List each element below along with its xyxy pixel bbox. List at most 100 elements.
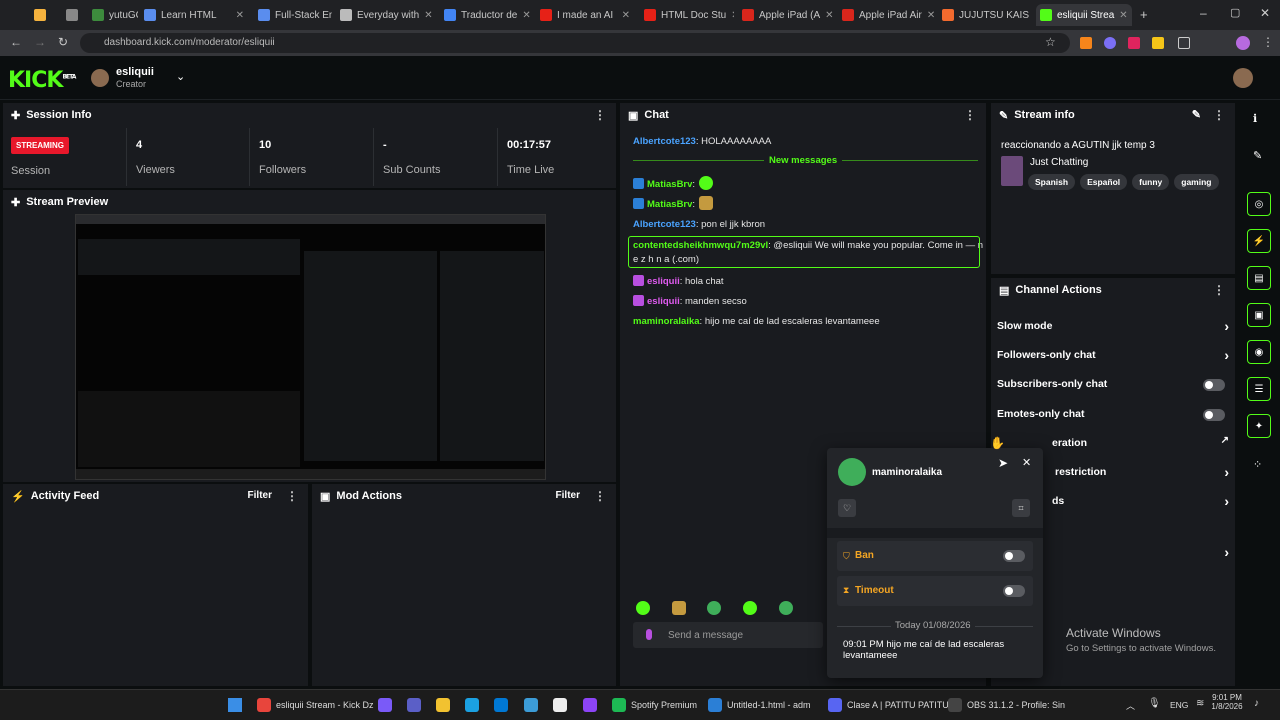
tab-close-icon[interactable]: ✕ [927, 10, 934, 21]
drag-handle-icon[interactable]: ⁘ [1253, 458, 1262, 471]
channel-action-row[interactable]: eration ↗ [1052, 435, 1229, 449]
heart-icon[interactable]: ♡ [838, 499, 856, 517]
browser-tab[interactable]: Traductor de ✕ [440, 4, 532, 26]
browser-tab[interactable]: I made an AI ✕ [536, 4, 636, 26]
tab-close-icon[interactable]: ✕ [522, 10, 532, 21]
stream-tag[interactable]: gaming [1174, 174, 1219, 190]
chat-username[interactable]: MatiasBrv [647, 179, 692, 190]
language-indicator[interactable]: ENG [1170, 700, 1188, 710]
taskbar-app[interactable] [583, 696, 602, 714]
pin-icon[interactable]: ⌗ [1012, 499, 1030, 517]
ban-toggle[interactable] [1003, 550, 1025, 562]
back-icon[interactable]: ← [10, 35, 22, 49]
chat-message[interactable]: MatiasBrv: [633, 178, 695, 190]
chat-message[interactable]: Albertcote123: pon el jjk kbron [633, 219, 765, 230]
user-avatar[interactable] [1233, 68, 1253, 88]
chevron-down-icon[interactable]: ⌄ [176, 70, 185, 83]
stream-tag[interactable]: Español [1080, 174, 1128, 190]
info-icon[interactable]: ℹ [1253, 112, 1257, 125]
metamask-extension-icon[interactable] [1080, 37, 1092, 49]
chat-message[interactable]: Albertcote123: HOLAAAAAAAA [633, 136, 771, 147]
taskbar-app[interactable] [378, 696, 397, 714]
channel-action-row[interactable]: Emotes-only chat [997, 408, 1229, 421]
channel-action-row[interactable]: Slow mode › [997, 318, 1229, 334]
toggle-switch[interactable] [1203, 409, 1225, 421]
new-tab-icon[interactable]: + [1140, 7, 1148, 22]
channel-action-row[interactable]: restriction › [1055, 464, 1229, 480]
taskbar-app[interactable]: Clase A | PATITU PATITU [828, 696, 949, 714]
chat-message[interactable]: esliquii: manden secso [633, 295, 747, 307]
chevron-up-icon[interactable]: ︿ [1126, 699, 1135, 712]
browser-tab[interactable] [30, 4, 52, 26]
taskbar-app[interactable] [553, 696, 572, 714]
profile-avatar-icon[interactable] [1236, 36, 1250, 50]
broadcast-button[interactable]: ◉ [1247, 340, 1271, 364]
chat-message[interactable]: maminoralaika: hijo me caí de lad escale… [633, 316, 880, 327]
channel-action-row[interactable]: Followers-only chat › [997, 347, 1229, 363]
chat-username[interactable]: MatiasBrv [647, 199, 692, 210]
wrench-button[interactable]: ✦ [1247, 414, 1271, 438]
browser-tab[interactable]: Apple iPad Air ✕ [838, 4, 934, 26]
taskbar-app[interactable] [465, 696, 484, 714]
emote-icon[interactable] [743, 601, 757, 615]
edit-icon[interactable]: ✎ [1192, 108, 1201, 121]
more-options-icon[interactable]: ⋮ [964, 108, 976, 122]
more-options-icon[interactable]: ⋮ [594, 489, 606, 503]
lightning-button[interactable]: ⚡ [1247, 229, 1271, 253]
browser-tab[interactable]: Apple iPad (A ✕ [738, 4, 834, 26]
edit-icon[interactable]: ✎ [1253, 149, 1262, 162]
close-window-icon[interactable]: ✕ [1260, 6, 1270, 20]
extensions-puzzle-icon[interactable] [1178, 37, 1190, 49]
toggle-switch[interactable] [1203, 379, 1225, 391]
taskbar-app[interactable]: Untitled-1.html - adm [708, 696, 811, 714]
stream-tag[interactable]: funny [1132, 174, 1170, 190]
tab-close-icon[interactable]: ✕ [1119, 10, 1132, 21]
imdb-extension-icon[interactable] [1152, 37, 1164, 49]
browser-tab[interactable]: esliquii Strea ✕ [1036, 4, 1132, 26]
emote-icon[interactable] [779, 601, 793, 615]
wifi-icon[interactable]: ≋ [1196, 698, 1204, 709]
tab-close-icon[interactable]: ✕ [731, 10, 734, 21]
filter-button[interactable]: Filter [556, 490, 580, 501]
timeout-toggle[interactable] [1003, 585, 1025, 597]
taskbar-app[interactable]: esliquii Stream - Kick Dz [257, 696, 374, 714]
url-field[interactable]: dashboard.kick.com/moderator/esliquii [80, 33, 1070, 53]
browser-menu-icon[interactable]: ⋮ [1262, 35, 1274, 49]
chat-username[interactable]: esliquii [647, 296, 680, 307]
clock[interactable]: 9:01 PM 1/8/2026 [1210, 693, 1244, 711]
taskbar-app[interactable] [436, 696, 455, 714]
taskbar-app[interactable]: Spotify Premium [612, 696, 697, 714]
chat-username[interactable]: maminoralaika [633, 316, 700, 327]
timeout-row[interactable]: ⧗ Timeout [837, 576, 1033, 606]
emote-icon[interactable] [636, 601, 650, 615]
tab-close-icon[interactable]: ✕ [825, 10, 834, 21]
chat-username[interactable]: esliquii [647, 276, 680, 287]
more-options-icon[interactable]: ⋮ [594, 108, 606, 122]
stream-preview-video[interactable] [75, 214, 546, 480]
taskbar-app[interactable]: OBS 31.1.2 - Profile: Sin [948, 696, 1065, 714]
bookmark-star-icon[interactable]: ☆ [1045, 35, 1056, 49]
layout-button[interactable]: ☰ [1247, 377, 1271, 401]
browser-tab[interactable]: yutuGOAT✕ [88, 4, 138, 26]
forward-icon[interactable]: → [34, 35, 46, 49]
taskbar-app[interactable] [524, 696, 543, 714]
kick-logo[interactable]: KICKBETA [8, 68, 76, 93]
chat-message[interactable]: MatiasBrv: [633, 198, 695, 210]
tab-close-icon[interactable]: ✕ [424, 10, 436, 21]
more-options-icon[interactable]: ⋮ [286, 489, 298, 503]
emote-icon[interactable] [672, 601, 686, 615]
notification-bell-icon[interactable]: ♪ [1254, 698, 1259, 709]
chat-username[interactable]: Albertcote123 [633, 219, 696, 230]
more-options-icon[interactable]: ⋮ [1213, 283, 1225, 297]
browser-tab[interactable] [62, 4, 84, 26]
browser-tab[interactable]: Learn HTML ✕ [140, 4, 250, 26]
maximize-icon[interactable]: ▢ [1230, 6, 1240, 19]
extension-icon[interactable] [1128, 37, 1140, 49]
chat-username[interactable]: Albertcote123 [633, 136, 696, 147]
taskbar-app[interactable] [407, 696, 426, 714]
ban-row[interactable]: ⛉ Ban [837, 541, 1033, 571]
emote-icon[interactable] [707, 601, 721, 615]
browser-tab[interactable]: Everyday with ✕ [336, 4, 436, 26]
chat-button[interactable]: ▣ [1247, 303, 1271, 327]
camera-button[interactable]: ◎ [1247, 192, 1271, 216]
